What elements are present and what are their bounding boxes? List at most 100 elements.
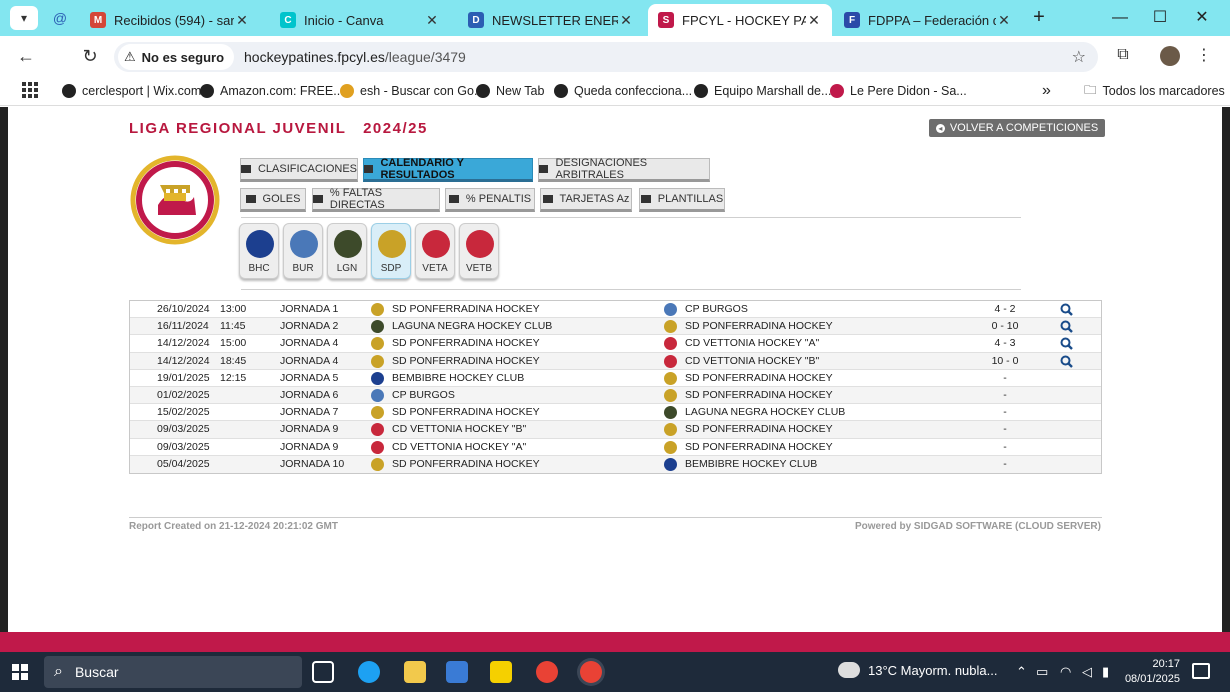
- bookmark-item[interactable]: Le Pere Didon - Sa...: [830, 82, 967, 100]
- bookmark-favicon-icon: [62, 84, 76, 98]
- stats-button-label: % FALTAS DIRECTAS: [329, 187, 385, 211]
- bookmark-label: Amazon.com: FREE...: [220, 84, 344, 98]
- apps-grid-icon[interactable]: [22, 82, 38, 98]
- reload-icon[interactable]: ↻: [80, 46, 100, 66]
- bookmark-item[interactable]: cerclesport | Wix.com: [62, 82, 201, 100]
- away-team: SD PONFERRADINA HOCKEY: [685, 440, 833, 453]
- table-row: 05/04/2025 JORNADA 10 SD PONFERRADINA HOCK…: [130, 455, 1101, 473]
- address-bar[interactable]: ⚠ No es seguro hockeypatines.fpcyl.es/le…: [114, 42, 1098, 72]
- wifi-icon[interactable]: ◠: [1060, 664, 1071, 680]
- url-text[interactable]: hockeypatines.fpcyl.es/league/3479: [244, 49, 466, 65]
- team-filter-sdp[interactable]: SDP: [371, 223, 411, 279]
- tab-close-icon[interactable]: ✕: [618, 12, 634, 29]
- file-explorer-icon[interactable]: [404, 661, 426, 683]
- stats-button-plantillas[interactable]: PLANTILLAS: [639, 188, 725, 212]
- store-icon[interactable]: [446, 661, 468, 683]
- stats-button-label: TARJETAS Az: [559, 193, 630, 205]
- sticky-notes-icon[interactable]: [490, 661, 512, 683]
- view-match-search-icon[interactable]: [1060, 355, 1073, 368]
- team-filter-veta[interactable]: VETA: [415, 223, 455, 279]
- stats-button--penaltis[interactable]: % PENALTIS: [445, 188, 535, 212]
- home-team-crest-icon: [371, 406, 384, 420]
- chrome-active-icon[interactable]: [580, 661, 602, 683]
- notifications-icon[interactable]: [1192, 663, 1210, 679]
- away-team-crest-icon: [664, 303, 677, 316]
- security-chip[interactable]: ⚠ No es seguro: [118, 44, 235, 70]
- bookmarks-overflow-button[interactable]: »: [1042, 82, 1051, 100]
- stats-button-tarjetas-az[interactable]: TARJETAS Az: [540, 188, 632, 212]
- table-row: 09/03/2025 JORNADA 9 CD VETTONIA HOCKEY "B…: [130, 421, 1101, 439]
- new-tab-button[interactable]: +: [1030, 7, 1048, 27]
- browser-tab[interactable]: C Inicio - Canva ✕: [270, 4, 450, 36]
- team-crest-icon: [334, 230, 362, 258]
- back-arrow-icon[interactable]: ←: [16, 46, 36, 66]
- view-match-search-icon[interactable]: [1060, 337, 1073, 351]
- stats-chart-icon: [313, 195, 323, 203]
- browser-tab[interactable]: S FPCYL - HOCKEY PATINES✕: [648, 4, 832, 36]
- meet-icon[interactable]: ▭: [1036, 664, 1048, 680]
- menu-button-designaciones-arbitrales[interactable]: DESIGNACIONES ARBITRALES: [538, 157, 710, 182]
- speaker-icon[interactable]: ◁: [1082, 664, 1092, 680]
- stats-button-goles[interactable]: GOLES: [240, 188, 306, 212]
- match-round: JORNADA 10: [280, 457, 345, 470]
- bookmark-item[interactable]: New Tab: [476, 82, 544, 100]
- bookmark-star-icon[interactable]: ☆: [1072, 47, 1086, 67]
- away-team: SD PONFERRADINA HOCKEY: [685, 371, 833, 384]
- tab-close-icon[interactable]: ✕: [424, 12, 440, 29]
- back-to-competitions-button[interactable]: ◂ VOLVER A COMPETICIONES: [929, 119, 1105, 137]
- taskbar-search[interactable]: ⌕ Buscar: [44, 656, 302, 688]
- team-filter-lgn[interactable]: LGN: [327, 223, 367, 279]
- match-round: JORNADA 1: [280, 303, 339, 315]
- all-bookmarks-folder[interactable]: 🗀 Todos los marcadores: [1084, 82, 1225, 100]
- menu-button-clasificaciones[interactable]: CLASIFICACIONES: [240, 158, 358, 182]
- match-score: -: [1003, 440, 1007, 453]
- battery-icon[interactable]: ▮: [1102, 664, 1109, 680]
- close-window-button[interactable]: ✕: [1192, 8, 1212, 28]
- task-view-icon[interactable]: [312, 661, 334, 683]
- chrome-icon[interactable]: [536, 661, 558, 683]
- menu-button-calendario-y-resultados[interactable]: CALENDARIO Y RESULTADOS: [363, 157, 533, 182]
- tab-close-icon[interactable]: ✕: [234, 12, 250, 29]
- maximize-button[interactable]: ☐: [1150, 8, 1170, 28]
- weather-widget[interactable]: 13°C Mayorm. nubla...: [838, 662, 997, 678]
- browser-toolbar: ← ↻ ⚠ No es seguro hockeypatines.fpcyl.e…: [0, 36, 1230, 76]
- bookmark-item[interactable]: Equipo Marshall de...: [694, 82, 831, 100]
- profile-avatar[interactable]: [1160, 46, 1180, 66]
- browser-tab[interactable]: M Recibidos (594) - sariolcar✕: [80, 4, 260, 36]
- match-date: 09/03/2025: [157, 423, 210, 436]
- match-date: 19/01/2025: [157, 371, 210, 384]
- extensions-icon[interactable]: ⧉: [1114, 46, 1132, 64]
- windows-taskbar: ⌕ Buscar 13°C Mayorm. nubla... ⌃ ▭ ◠ ◁ ▮…: [0, 652, 1230, 692]
- at-icon[interactable]: @: [52, 10, 68, 26]
- match-date: 05/04/2025: [157, 457, 210, 470]
- bookmark-item[interactable]: Queda confecciona...: [554, 82, 692, 100]
- team-filter-vetb[interactable]: VETB: [459, 223, 499, 279]
- chevron-up-icon[interactable]: ⌃: [1016, 664, 1027, 680]
- away-team-crest-icon: [664, 406, 677, 420]
- web-page: LIGA REGIONAL JUVENIL 2024/25 ◂ VOLVER A…: [8, 107, 1222, 632]
- menu-button-label: DESIGNACIONES ARBITRALES: [555, 157, 648, 181]
- browser-tab[interactable]: D NEWSLETTER ENERO2025✕: [458, 4, 644, 36]
- view-match-search-icon[interactable]: [1060, 303, 1073, 316]
- team-filter-bur[interactable]: BUR: [283, 223, 323, 279]
- url-path: /league/3479: [384, 49, 466, 65]
- windows-start-icon[interactable]: [12, 664, 28, 680]
- menu-kebab-icon[interactable]: ⋮: [1196, 46, 1212, 66]
- tab-close-icon[interactable]: ✕: [806, 12, 822, 29]
- taskbar-clock[interactable]: 20:17 08/01/2025: [1120, 657, 1180, 687]
- bookmark-item[interactable]: Amazon.com: FREE...: [200, 82, 344, 100]
- away-team: SD PONFERRADINA HOCKEY: [685, 320, 833, 333]
- table-row: 14/12/2024 18:45 JORNADA 4 SD PONFERRADINA …: [130, 352, 1101, 370]
- table-row: 01/02/2025 JORNADA 6 CP BURGOS SD PONFERRAD…: [130, 386, 1101, 405]
- tab-title: FPCYL - HOCKEY PATINES: [682, 12, 806, 28]
- team-filter-bhc[interactable]: BHC: [239, 223, 279, 279]
- browser-tab[interactable]: F FDPPA – Federación de Pa✕: [834, 4, 1022, 36]
- match-date: 15/02/2025: [157, 406, 210, 419]
- edge-icon[interactable]: [358, 661, 380, 683]
- bookmark-item[interactable]: esh - Buscar con Go...: [340, 82, 484, 100]
- view-match-search-icon[interactable]: [1060, 320, 1073, 334]
- tab-close-icon[interactable]: ✕: [996, 12, 1012, 29]
- minimize-button[interactable]: —: [1110, 8, 1130, 28]
- stats-button--faltas-directas[interactable]: % FALTAS DIRECTAS: [312, 187, 440, 212]
- tab-search-button[interactable]: ▾: [10, 6, 38, 30]
